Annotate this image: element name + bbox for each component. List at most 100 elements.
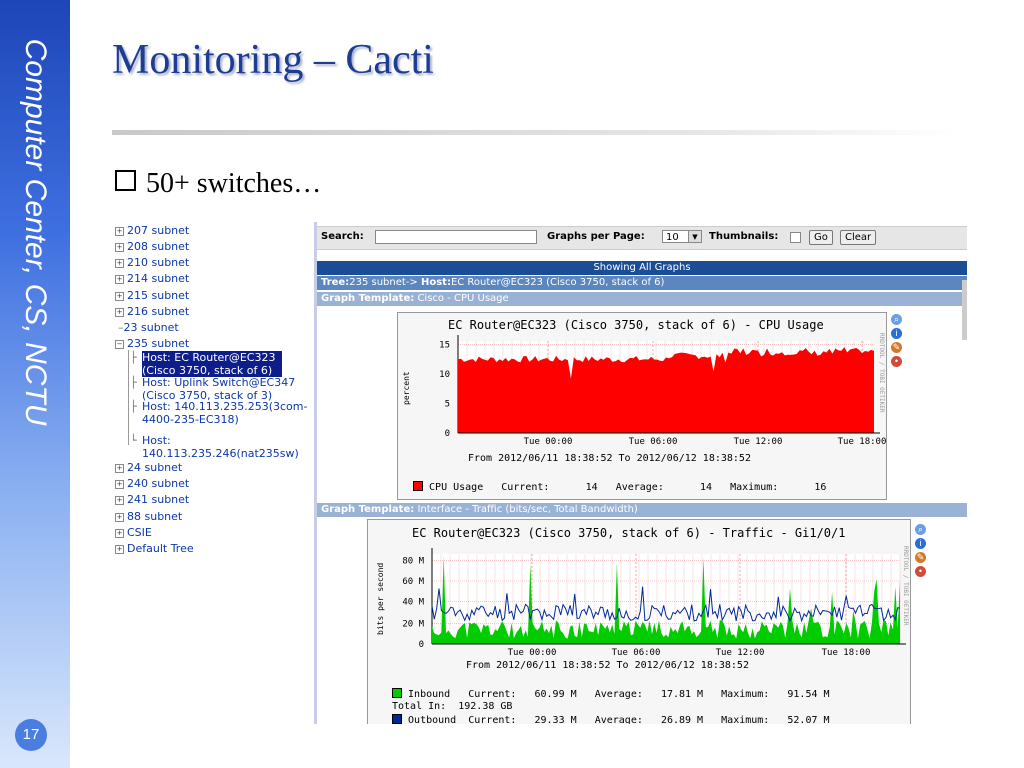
search-input[interactable] [375,230,537,244]
thumbnails-label: Thumbnails: [709,231,779,242]
y-tick-label: 15 [439,341,450,351]
clear-button[interactable]: Clear [840,230,877,245]
legend-maximum-label: Maximum: [721,715,770,724]
expand-icon[interactable]: + [115,529,124,538]
tree-item[interactable]: +216 subnet [115,305,189,318]
legend-maximum: 91.54 M [787,689,830,700]
template-value: Cisco - CPU Usage [417,293,509,304]
legend-maximum-label: Maximum: [721,689,770,700]
legend-name: CPU Usage [429,482,484,493]
outbound-legend-row: Outbound Current: 29.33 M Average: 26.89… [392,714,830,724]
x-tick-label: Tue 12:00 [716,648,765,658]
rrdtool-label: RRDTOOL / TOBI OETIKER [902,546,909,626]
tree-item[interactable]: ├ Host: EC Router@EC323 (Cisco 3750, stac… [130,351,282,377]
template-value: Interface - Traffic (bits/sec, Total Ban… [417,504,638,515]
legend-average-label: Average: [615,482,664,493]
tree-item[interactable]: ├ Host: Uplink Switch@EC347 (Cisco 3750, … [130,376,312,402]
expand-icon[interactable]: + [115,308,124,317]
tree-label: Tree: [321,277,350,288]
chevron-down-icon[interactable]: ▼ [688,231,701,242]
tree-item-label: 207 subnet [127,224,190,237]
y-tick-label: 60 M [402,577,424,587]
legend-current: 14 [585,482,598,493]
tree-item[interactable]: –23 subnet [118,321,179,334]
expand-icon[interactable]: + [115,243,124,252]
tree-item-label: 235 subnet [127,337,190,350]
legend-average: 14 [699,482,713,493]
x-tick-label: Tue 18:00 [822,648,871,658]
collapse-icon[interactable]: − [115,340,124,349]
expand-icon[interactable]: + [115,480,124,489]
template-label: Graph Template: [321,504,415,515]
expand-icon[interactable]: + [115,513,124,522]
expand-icon[interactable]: + [115,227,124,236]
x-tick-label: Tue 06:00 [629,437,678,447]
legend-average-label: Average: [594,715,643,724]
y-tick-label: 20 M [402,619,424,629]
expand-icon[interactable]: + [115,275,124,284]
tree-item-label: 214 subnet [127,272,190,285]
tree-item[interactable]: +241 subnet [115,493,189,506]
zoom-icon[interactable]: ⌕ [915,524,926,535]
tree-item-label: 24 subnet [127,461,183,474]
tree-item[interactable]: +24 subnet [115,461,182,474]
legend-maximum-label: Maximum: [730,482,779,493]
info-icon[interactable]: i [915,538,926,549]
edit-icon[interactable]: ✎ [915,552,926,563]
graphs-per-page-label: Graphs per Page: [547,231,645,242]
graphs-per-page-select[interactable]: 10 ▼ [662,230,702,243]
search-toolbar: Search: Graphs per Page: 10 ▼ Thumbnails:… [317,226,967,250]
tree-connector: ├ [130,400,137,413]
thumbnails-checkbox[interactable] [790,232,801,243]
cpu-graph-actions: ⌕ i ✎ • [891,314,903,370]
y-tick-label: 40 M [402,598,424,608]
zoom-icon[interactable]: ⌕ [891,314,902,325]
csv-icon[interactable]: • [891,356,902,367]
tree-item[interactable]: + CSIE [115,526,152,539]
tree-branch-line [128,350,129,445]
tree-item[interactable]: + Default Tree [115,542,194,555]
expand-icon[interactable]: + [115,464,124,473]
template-header-cpu: Graph Template: Cisco - CPU Usage [317,292,967,306]
cpu-chart-area: 15 10 5 0 Tue 00:00 Tue 06:00 Tue 12:00 Tue 18:… [439,333,886,447]
expand-icon[interactable]: + [115,496,124,505]
tree-item[interactable]: +210 subnet [115,256,189,269]
total-in-value: 192.38 GB [458,701,513,712]
tree-item[interactable]: +207 subnet [115,224,189,237]
tree-item-label: 215 subnet [127,289,190,302]
tree-item[interactable]: −235 subnet [115,337,189,350]
legend-swatch [392,688,402,698]
graphs-per-page-value: 10 [666,232,679,243]
tree-item-label: 241 subnet [127,493,190,506]
info-icon[interactable]: i [891,328,902,339]
tree-item[interactable]: +240 subnet [115,477,189,490]
y-tick-label: 5 [445,400,450,410]
edit-icon[interactable]: ✎ [891,342,902,353]
tree-item[interactable]: +214 subnet [115,272,189,285]
tree-item-label: 88 subnet [127,510,183,523]
legend-swatch [413,481,423,491]
tree-item[interactable]: ├ Host: 140.113.235.253(3com-4400-235-EC3… [130,400,312,426]
traffic-graph[interactable]: EC Router@EC323 (Cisco 3750, stack of 6)… [367,519,911,724]
tree-item-label: 210 subnet [127,256,190,269]
y-tick-label: 80 M [402,556,424,566]
y-tick-label: 0 [419,640,424,650]
tree-item[interactable]: +215 subnet [115,289,189,302]
tree-item[interactable]: +88 subnet [115,510,182,523]
showing-header: Showing All Graphs [317,261,967,275]
scrollbar[interactable] [962,280,967,340]
tree-connector: └ [130,434,137,447]
template-header-traffic: Graph Template: Interface - Traffic (bit… [317,503,967,517]
tree-item-label: 240 subnet [127,477,190,490]
cpu-usage-graph[interactable]: EC Router@EC323 (Cisco 3750, stack of 6)… [397,312,887,500]
expand-icon[interactable]: + [115,545,124,554]
go-button[interactable]: Go [809,230,833,245]
tree-item[interactable]: └ Host: 140.113.235.246(nat235sw) [130,434,312,460]
tree-item[interactable]: +208 subnet [115,240,189,253]
time-range: From 2012/06/11 18:38:52 To 2012/06/12 1… [466,660,749,671]
tree-item-label: Default Tree [127,542,194,555]
legend-current-label: Current: [501,482,550,493]
expand-icon[interactable]: + [115,259,124,268]
csv-icon[interactable]: • [915,566,926,577]
expand-icon[interactable]: + [115,292,124,301]
